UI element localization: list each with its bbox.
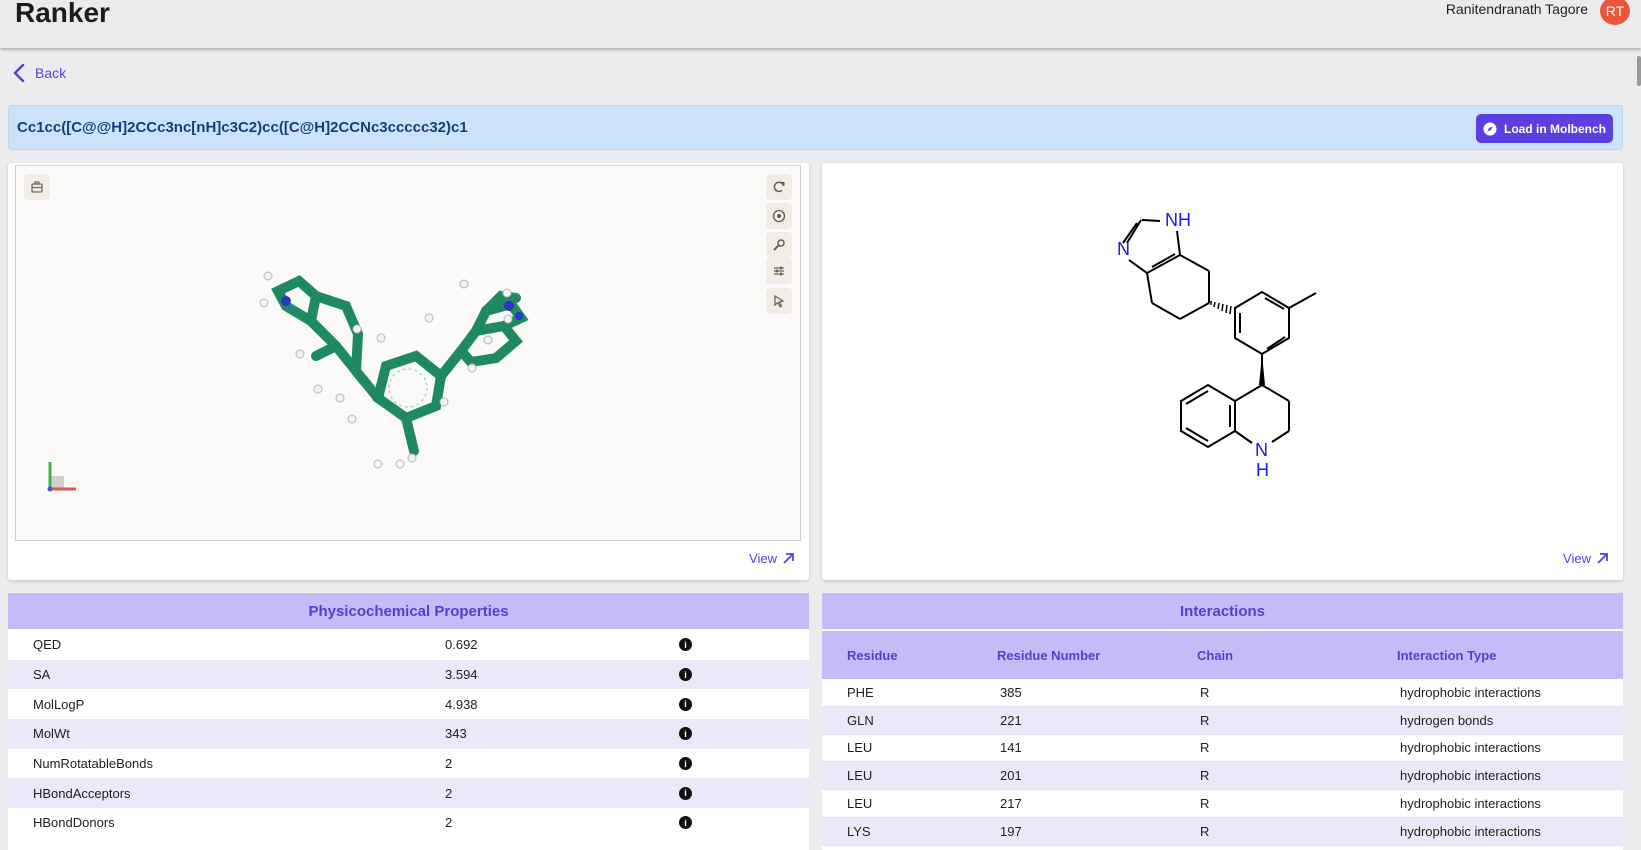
property-row: QED 0.692 i <box>8 630 809 660</box>
atom-label-nh-bottom-n: N <box>1255 440 1268 460</box>
user-name: Ranitendranath Tagore <box>1445 1 1588 17</box>
property-row: SA 3.594 i <box>8 659 809 690</box>
cell-residue: LEU <box>847 768 873 784</box>
property-name: MolWt <box>33 726 70 742</box>
property-value: 2 <box>445 756 453 772</box>
cell-residue: LEU <box>847 796 873 812</box>
info-icon[interactable]: i <box>679 727 692 741</box>
cell-chain: R <box>1200 768 1210 784</box>
interactions-panel: Interactions Residue Residue Number Chai… <box>822 593 1623 850</box>
view-3d-link[interactable]: View <box>749 551 795 566</box>
cell-residue-number: 141 <box>1000 740 1022 756</box>
cell-residue: PHE <box>847 684 874 700</box>
viewer-3d-card: View <box>8 163 809 580</box>
cell-residue: LYS <box>847 823 871 839</box>
molecule-3d-viewer[interactable] <box>15 165 801 541</box>
column-header-interaction-type[interactable]: Interaction Type <box>1397 648 1623 663</box>
atom-label-n-left: N <box>1117 239 1130 259</box>
cell-residue-number: 217 <box>1000 796 1022 812</box>
cell-residue: GLN <box>847 712 874 728</box>
info-icon[interactable]: i <box>679 786 692 800</box>
info-icon[interactable]: i <box>679 638 692 652</box>
interactions-title: Interactions <box>822 593 1623 630</box>
physchem-list: QED 0.692 i SA 3.594 i MolLogP 4.938 i M… <box>8 630 809 838</box>
view-2d-link[interactable]: View <box>1563 551 1609 566</box>
cell-chain: R <box>1200 712 1210 728</box>
property-row: HBondDonors 2 i <box>8 808 809 838</box>
property-name: HBondAcceptors <box>33 785 131 801</box>
load-button-label: Load in Molbench <box>1504 121 1606 136</box>
cell-interaction-type: hydrogen bonds <box>1400 712 1494 728</box>
property-row: NumRotatableBonds 2 i <box>8 749 809 779</box>
cell-residue-number: 201 <box>1000 768 1022 784</box>
physchem-title: Physicochemical Properties <box>8 593 809 630</box>
compass-icon <box>1483 122 1497 135</box>
cell-interaction-type: hydrophobic interactions <box>1400 768 1541 784</box>
smiles-banner: Cc1cc([C@@H]2CCc3nc[nH]c3C2)cc([C@H]2CCN… <box>8 105 1623 150</box>
cell-residue-number: 385 <box>1000 684 1022 700</box>
property-value: 343 <box>445 726 467 742</box>
arrow-up-right-icon <box>1597 553 1608 564</box>
cell-chain: R <box>1200 684 1210 700</box>
table-row: LEU 201 R hydrophobic interactions <box>822 762 1623 791</box>
table-row: LEU 217 R hydrophobic interactions <box>822 790 1623 818</box>
table-row: GLN 221 R hydrogen bonds <box>822 706 1623 735</box>
property-name: HBondDonors <box>33 815 115 831</box>
property-value: 2 <box>445 785 453 801</box>
property-row: HBondAcceptors 2 i <box>8 778 809 809</box>
page-scrollbar[interactable] <box>1637 56 1641 86</box>
property-name: QED <box>33 637 62 653</box>
physicochemical-properties-panel: Physicochemical Properties QED 0.692 i S… <box>8 593 809 850</box>
table-row: LEU 141 R hydrophobic interactions <box>822 735 1623 763</box>
cell-chain: R <box>1200 740 1210 756</box>
load-in-molbench-button[interactable]: Load in Molbench <box>1476 114 1613 143</box>
property-name: NumRotatableBonds <box>33 756 153 772</box>
arrow-up-right-icon <box>783 553 794 564</box>
column-header-residue-number[interactable]: Residue Number <box>997 648 1197 663</box>
property-name: SA <box>33 667 51 683</box>
user-avatar[interactable]: RT <box>1600 0 1630 25</box>
cell-residue-number: 197 <box>1000 823 1022 839</box>
column-header-residue[interactable]: Residue <box>822 648 997 663</box>
info-icon[interactable]: i <box>679 757 692 771</box>
cell-chain: R <box>1200 823 1210 839</box>
property-row: MolLogP 4.938 i <box>8 689 809 719</box>
column-header-chain[interactable]: Chain <box>1197 648 1397 663</box>
interactions-header-row: Residue Residue Number Chain Interaction… <box>822 630 1623 679</box>
cell-residue-number: 221 <box>1000 712 1022 728</box>
property-name: MolLogP <box>33 696 85 712</box>
cell-residue: LEU <box>847 740 873 756</box>
cell-chain: R <box>1200 796 1210 812</box>
info-icon[interactable]: i <box>679 816 692 830</box>
info-icon[interactable]: i <box>679 668 692 682</box>
view-3d-label: View <box>749 551 777 566</box>
top-bar: Ranker Ranitendranath Tagore RT <box>0 0 1641 48</box>
back-label: Back <box>35 65 67 81</box>
chevron-left-icon <box>13 64 25 82</box>
atom-label-nh-bottom-h: H <box>1256 460 1269 480</box>
table-row: PHE 385 R hydrophobic interactions <box>822 679 1623 707</box>
cell-interaction-type: hydrophobic interactions <box>1400 684 1541 700</box>
molecule-2d-drawing: NH N N H <box>1117 210 1317 480</box>
app-brand[interactable]: Ranker <box>15 0 110 29</box>
smiles-string: Cc1cc([C@@H]2CCc3nc[nH]c3C2)cc([C@H]2CCN… <box>17 119 468 136</box>
cell-interaction-type: hydrophobic interactions <box>1400 823 1541 839</box>
table-row: LYS 197 R hydrophobic interactions <box>822 817 1623 846</box>
cell-interaction-type: hydrophobic interactions <box>1400 796 1541 812</box>
info-icon[interactable]: i <box>679 697 692 711</box>
structure-2d-card: NH N N H View <box>822 163 1623 580</box>
molecule-3d-render[interactable] <box>16 166 802 542</box>
property-value: 2 <box>445 815 453 831</box>
property-row: MolWt 343 i <box>8 719 809 749</box>
interactions-table-body: PHE 385 R hydrophobic interactions GLN 2… <box>822 679 1623 846</box>
property-value: 4.938 <box>445 696 478 712</box>
atom-label-nh-top: NH <box>1165 210 1191 230</box>
cell-interaction-type: hydrophobic interactions <box>1400 740 1541 756</box>
property-value: 0.692 <box>445 637 478 653</box>
back-link[interactable]: Back <box>13 64 66 82</box>
property-value: 3.594 <box>445 667 478 683</box>
view-2d-label: View <box>1563 551 1591 566</box>
